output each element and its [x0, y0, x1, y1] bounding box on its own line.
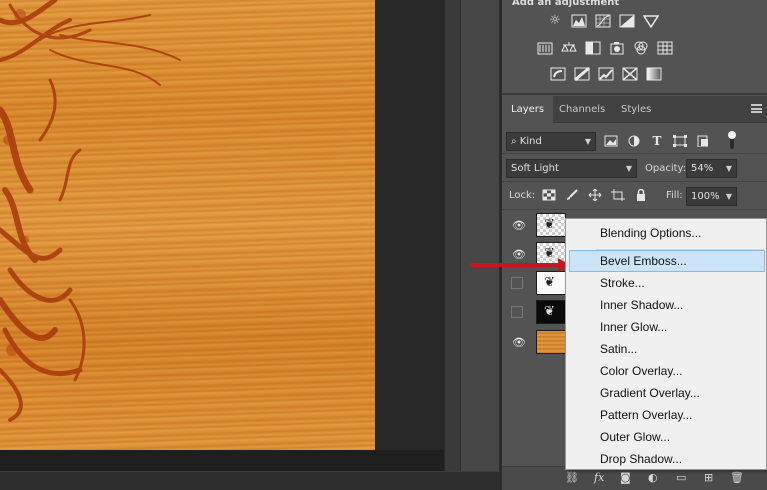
adjustments-title: Add an adjustment	[512, 0, 620, 8]
wood-texture-image[interactable]	[0, 0, 375, 450]
filter-kind-dropdown[interactable]: ⌕ Kind ▼	[506, 132, 596, 151]
group-folder-icon[interactable]: ▭	[676, 471, 686, 484]
smart-object-filter-icon[interactable]	[696, 135, 710, 148]
layers-panel-tabs: Layers Channels Styles	[502, 96, 767, 123]
photo-filter-icon[interactable]	[633, 41, 649, 55]
canvas-scroll-gutter[interactable]	[444, 0, 460, 471]
divider	[502, 209, 767, 210]
adjustment-layer-icon[interactable]: ◐	[648, 471, 658, 484]
gradient-map-icon[interactable]	[646, 67, 662, 81]
threshold-icon[interactable]	[598, 67, 614, 81]
menu-item-stroke[interactable]: Stroke...	[569, 272, 765, 294]
opacity-label: Opacity:	[645, 163, 687, 174]
collapsed-panel-strip	[460, 0, 500, 471]
opacity-value: 54%	[691, 163, 714, 174]
levels-icon[interactable]	[571, 14, 587, 28]
link-layers-icon[interactable]: ⛓	[565, 471, 579, 484]
posterize-icon[interactable]	[574, 66, 590, 82]
eye-visibility-icon[interactable]: 👁	[512, 248, 526, 261]
type-layer-filter-icon[interactable]: T	[650, 135, 664, 147]
layer-style-context-menu: Blending Options... Bevel Emboss... Stro…	[565, 218, 767, 470]
lock-label: Lock:	[509, 190, 536, 201]
menu-item-inner-glow[interactable]: Inner Glow...	[569, 316, 765, 338]
brightness-icon[interactable]: ☼	[547, 14, 563, 28]
menu-item-pattern-overlay[interactable]: Pattern Overlay...	[569, 404, 765, 426]
curves-icon[interactable]	[595, 14, 611, 28]
lock-artboard-icon[interactable]	[611, 189, 625, 201]
menu-item-inner-shadow[interactable]: Inner Shadow...	[569, 294, 765, 316]
new-layer-icon[interactable]: ⊞	[704, 471, 713, 484]
trash-icon[interactable]: 🗑	[730, 471, 744, 484]
panel-menu-icon[interactable]	[751, 104, 762, 113]
tab-channels[interactable]: Channels	[550, 96, 614, 123]
divider	[502, 181, 767, 182]
fill-input[interactable]: 100% ▼	[686, 187, 737, 206]
panel-separator	[502, 93, 767, 95]
visibility-toggle-empty[interactable]	[511, 306, 523, 318]
visibility-toggle-empty[interactable]	[511, 277, 523, 289]
lion-glyph-icon: ❦	[544, 246, 555, 261]
add-mask-icon[interactable]: ◙	[620, 471, 631, 484]
lion-glyph-icon: ❦	[544, 304, 555, 319]
vibrance-icon[interactable]	[537, 41, 553, 55]
channel-mixer-icon[interactable]	[657, 41, 673, 55]
exposure-icon[interactable]	[619, 14, 635, 28]
menu-item-satin[interactable]: Satin...	[569, 338, 765, 360]
lion-glyph-icon: ❦	[544, 217, 555, 232]
hue-saturation-icon[interactable]	[561, 41, 577, 55]
layer-thumbnail: ❦	[536, 300, 566, 324]
menu-item-outer-glow[interactable]: Outer Glow...	[569, 426, 765, 448]
filter-icons: T	[604, 135, 710, 148]
adjustments-row-2	[537, 41, 673, 55]
blend-mode-value: Soft Light	[511, 163, 559, 174]
shape-layer-filter-icon[interactable]	[673, 135, 687, 147]
filter-toggle-switch[interactable]	[728, 131, 736, 149]
chevron-down-icon: ▼	[725, 192, 732, 201]
lock-icons	[542, 188, 648, 202]
filter-kind-label: Kind	[519, 136, 542, 147]
black-white-icon[interactable]	[609, 41, 625, 55]
lock-pixels-brush-icon[interactable]	[565, 189, 579, 201]
color-balance-icon[interactable]	[585, 41, 601, 55]
adjustments-row-1: ☼	[547, 14, 660, 29]
lock-transparency-icon[interactable]	[542, 189, 556, 201]
menu-item-bevel-emboss[interactable]: Bevel Emboss...	[569, 250, 765, 272]
layer-thumbnail: ❦	[536, 271, 566, 295]
tab-layers[interactable]: Layers	[502, 96, 554, 123]
adjustments-row-3	[550, 66, 662, 82]
canvas-bottom-margin	[0, 450, 444, 471]
menu-item-gradient-overlay[interactable]: Gradient Overlay...	[569, 382, 765, 404]
blend-mode-dropdown[interactable]: Soft Light ▼	[506, 159, 637, 178]
document-canvas-area	[0, 0, 444, 471]
lock-all-icon[interactable]	[634, 188, 648, 201]
pixel-layer-filter-icon[interactable]	[604, 135, 618, 147]
fill-value: 100%	[691, 191, 720, 202]
menu-item-blending-options[interactable]: Blending Options...	[569, 222, 765, 244]
lion-artwork	[0, 0, 181, 422]
search-icon: ⌕	[511, 136, 517, 147]
chevron-down-icon: ▼	[725, 164, 732, 173]
status-bar	[0, 471, 500, 490]
layer-thumbnail	[536, 330, 566, 354]
layer-thumbnail: ❦	[536, 213, 566, 237]
fx-icon[interactable]: fx	[594, 471, 604, 484]
tab-styles[interactable]: Styles	[612, 96, 660, 123]
eye-visibility-icon[interactable]: 👁	[512, 336, 526, 349]
selective-color-icon[interactable]	[622, 67, 638, 81]
chevron-down-icon: ▼	[625, 164, 632, 173]
lock-position-move-icon[interactable]	[588, 188, 602, 202]
gradient-triangle-icon[interactable]	[642, 14, 660, 29]
chevron-down-icon: ▼	[584, 137, 591, 146]
menu-item-drop-shadow[interactable]: Drop Shadow...	[569, 448, 765, 470]
lion-glyph-icon: ❦	[544, 275, 555, 290]
fill-label: Fill:	[666, 190, 683, 201]
opacity-input[interactable]: 54% ▼	[686, 159, 737, 178]
divider	[502, 153, 767, 154]
menu-item-color-overlay[interactable]: Color Overlay...	[569, 360, 765, 382]
eye-visibility-icon[interactable]: 👁	[512, 219, 526, 232]
adjustment-layer-filter-icon[interactable]	[627, 135, 641, 147]
invert-icon[interactable]	[550, 67, 566, 81]
red-arrow-annotation	[470, 263, 562, 267]
